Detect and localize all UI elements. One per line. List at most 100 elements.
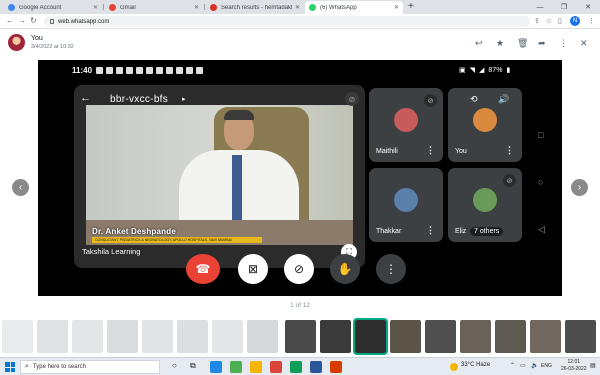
meeting-code[interactable]: bbr-vxcc-bfs	[110, 94, 168, 105]
explorer-app-icon[interactable]	[250, 361, 262, 373]
edge-app-icon[interactable]	[210, 361, 222, 373]
maximize-window-icon[interactable]: ❐	[552, 0, 576, 14]
media-thumbnail[interactable]	[177, 320, 208, 353]
media-thumbnail-selected[interactable]	[353, 318, 388, 355]
volume-icon[interactable]: 🔈	[531, 362, 538, 369]
mail-app-icon[interactable]	[290, 361, 302, 373]
media-thumbnail[interactable]	[320, 320, 351, 353]
close-tab-icon[interactable]: ✕	[93, 4, 98, 11]
media-thumbnail[interactable]	[285, 320, 316, 353]
tab-divider	[103, 4, 104, 10]
participant-tile-eliz[interactable]: ⊘ Eliz 7 others	[448, 168, 522, 242]
side-panel-icon[interactable]: ▯	[558, 17, 562, 25]
back-icon[interactable]: ←	[6, 16, 14, 25]
end-call-button[interactable]: ☎	[186, 254, 220, 284]
media-thumbnail[interactable]	[37, 320, 68, 353]
media-thumbnail[interactable]	[425, 320, 456, 353]
back-arrow-icon[interactable]: ←	[80, 92, 91, 104]
bookmark-star-icon[interactable]: ☆	[546, 17, 552, 25]
forward-message-icon[interactable]: ➦	[538, 38, 546, 49]
tray-chevron-icon[interactable]: ⌃	[510, 362, 515, 369]
signal-icon: ◢	[479, 67, 485, 74]
powerpoint-app-icon[interactable]	[330, 361, 342, 373]
tab-whatsapp[interactable]: (6) WhatsApp ✕	[305, 1, 403, 14]
tab-google-account[interactable]: Google Account ✕	[4, 1, 102, 14]
reply-icon[interactable]: ↩	[475, 38, 483, 49]
more-options-icon[interactable]: ⋮	[505, 145, 514, 156]
new-tab-button[interactable]: +	[408, 1, 414, 12]
caret-right-icon[interactable]: ▸	[182, 95, 186, 103]
media-thumbnail[interactable]	[495, 320, 526, 353]
camera-off-button[interactable]: ⊠	[238, 254, 268, 284]
participant-name: Thakkar	[376, 228, 402, 235]
mic-off-icon: ⊘	[503, 174, 516, 187]
gmail-favicon-icon	[109, 4, 116, 11]
windows-start-icon[interactable]	[5, 362, 15, 372]
chrome-app-icon[interactable]	[270, 361, 282, 373]
screenshot-image: 11:40 ▣ ◥ ◢ 87% ▮ Dr. Anket Deshpande CO…	[38, 60, 562, 296]
close-tab-icon[interactable]: ✕	[194, 4, 199, 11]
media-thumbnail[interactable]	[390, 320, 421, 353]
share-icon[interactable]: ⇪	[534, 17, 540, 25]
android-back-icon[interactable]: ◁	[538, 224, 545, 235]
media-thumbnail[interactable]	[460, 320, 491, 353]
more-options-icon[interactable]: ⋮	[559, 38, 568, 49]
star-icon[interactable]: ★	[496, 38, 504, 49]
main-speaker-tile[interactable]: Dr. Anket Deshpande CONSULTANT, PEDIATRI…	[74, 85, 365, 268]
more-call-options-button[interactable]: ⋮	[376, 254, 406, 284]
media-thumbnail[interactable]	[142, 320, 173, 353]
android-recents-icon[interactable]: □	[538, 130, 543, 140]
raise-hand-button[interactable]: ✋	[330, 254, 360, 284]
video-lower-third: Dr. Anket Deshpande CONSULTANT, PEDIATRI…	[86, 225, 353, 245]
taskbar-search-box[interactable]: ⌕ Type here to search	[20, 360, 160, 374]
previous-media-button[interactable]: ‹	[12, 179, 29, 196]
android-home-icon[interactable]: ○	[538, 177, 543, 187]
sender-avatar[interactable]	[8, 34, 25, 51]
word-app-icon[interactable]	[310, 361, 322, 373]
notifications-icon[interactable]: ▤	[590, 362, 596, 369]
media-thumbnail[interactable]	[212, 320, 243, 353]
media-thumbnail[interactable]	[565, 320, 596, 353]
mic-off-button[interactable]: ⊘	[284, 254, 314, 284]
url-text: web.whatsapp.com	[58, 18, 110, 25]
taskbar-clock[interactable]: 12:01 26-03-2022	[561, 359, 587, 373]
cortana-icon[interactable]: ○	[172, 361, 177, 370]
participant-tile-you[interactable]: ⟲ 🔊 You ⋮	[448, 88, 522, 162]
media-thumbnail[interactable]	[72, 320, 103, 353]
language-indicator[interactable]: ENG	[541, 363, 552, 369]
others-count-badge[interactable]: 7 others	[470, 227, 504, 236]
more-options-icon[interactable]: ⋮	[426, 225, 435, 236]
tab-search-results[interactable]: Search results - hemtadaklani@... ✕	[206, 1, 304, 14]
forward-icon[interactable]: →	[18, 16, 26, 25]
media-thumbnail[interactable]	[247, 320, 278, 353]
lock-icon	[50, 19, 54, 24]
close-tab-icon[interactable]: ✕	[295, 4, 300, 11]
weather-text[interactable]: 33°C Haze	[461, 362, 490, 368]
google-favicon-icon	[8, 4, 15, 11]
profile-avatar[interactable]: N	[570, 16, 580, 26]
video-doctor-tie	[232, 155, 242, 225]
network-icon[interactable]: ▭	[520, 362, 526, 369]
browser-menu-icon[interactable]: ⋮	[588, 17, 595, 25]
task-view-icon[interactable]: ⧉	[190, 361, 196, 371]
close-viewer-icon[interactable]: ✕	[580, 38, 588, 49]
participant-name: Maithili	[376, 148, 398, 155]
next-media-button[interactable]: ›	[571, 179, 588, 196]
reload-icon[interactable]: ↻	[30, 16, 37, 25]
delete-icon[interactable]: 🗑	[517, 38, 528, 49]
close-tab-icon[interactable]: ✕	[394, 4, 399, 11]
close-window-icon[interactable]: ✕	[576, 0, 600, 14]
minimize-window-icon[interactable]: —	[528, 0, 552, 14]
switch-camera-icon[interactable]: ⟲	[470, 94, 478, 105]
tab-title: Google Account	[19, 4, 62, 11]
media-thumbnail[interactable]	[107, 320, 138, 353]
media-thumbnail[interactable]	[530, 320, 561, 353]
address-bar[interactable]: web.whatsapp.com	[44, 16, 530, 27]
tab-gmail[interactable]: Gmail ✕	[105, 1, 203, 14]
speaker-icon[interactable]: 🔊	[498, 94, 509, 105]
participant-tile-thakkar[interactable]: Thakkar ⋮	[369, 168, 443, 242]
more-options-icon[interactable]: ⋮	[426, 145, 435, 156]
participant-tile-maithili[interactable]: ⊘ Maithili ⋮	[369, 88, 443, 162]
store-app-icon[interactable]	[230, 361, 242, 373]
media-thumbnail[interactable]	[2, 320, 33, 353]
